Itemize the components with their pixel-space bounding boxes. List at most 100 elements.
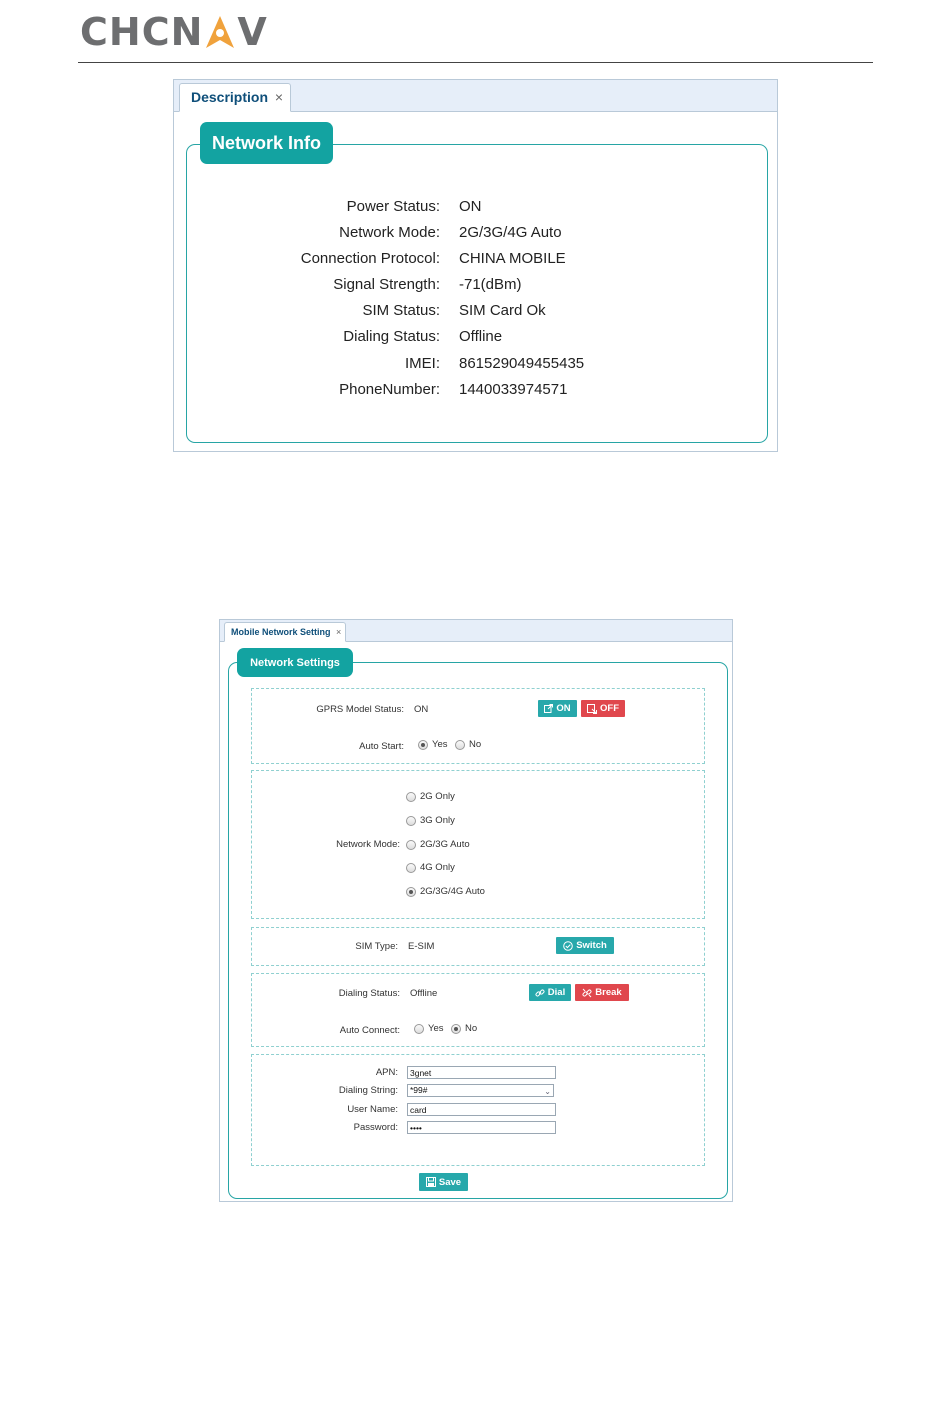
network-mode-option-2g3g4g[interactable]: 2G/3G/4G Auto: [406, 886, 485, 897]
network-settings-legend: Network Settings: [237, 648, 353, 677]
info-value: ON: [459, 198, 482, 215]
logo-text-right: V: [237, 10, 268, 54]
info-value: CHINA MOBILE: [459, 250, 566, 267]
info-row-phone-number: PhoneNumber: 1440033974571: [174, 381, 774, 403]
info-value: 2G/3G/4G Auto: [459, 224, 562, 241]
header-rule: [78, 62, 873, 63]
apn-label: APN:: [375, 1067, 398, 1078]
unlink-icon: [582, 988, 592, 998]
apn-group: APN: Dialing String: *99# ⌄ User Name: P…: [251, 1054, 705, 1166]
info-label: Network Mode:: [339, 224, 440, 241]
apn-input[interactable]: [407, 1066, 556, 1079]
gprs-on-label: ON: [556, 703, 571, 714]
gprs-status-label: GPRS Model Status:: [316, 704, 404, 715]
link-icon: [535, 988, 545, 998]
user-name-input[interactable]: [407, 1103, 556, 1116]
network-mode-option-3g[interactable]: 3G Only: [406, 815, 455, 826]
auto-connect-yes-label: Yes: [428, 1023, 444, 1034]
dialing-string-select[interactable]: *99# ⌄: [407, 1084, 554, 1097]
user-name-label: User Name:: [347, 1104, 398, 1115]
auto-connect-no[interactable]: No: [451, 1023, 477, 1034]
info-row-connection-protocol: Connection Protocol: CHINA MOBILE: [174, 250, 774, 272]
settings-tab-bar: Mobile Network Setting ×: [220, 620, 732, 642]
radio-unchecked-icon[interactable]: [406, 862, 416, 873]
radio-checked-icon[interactable]: [451, 1023, 461, 1034]
dial-label: Dial: [547, 987, 566, 998]
radio-unchecked-icon[interactable]: [414, 1023, 424, 1034]
auto-start-no-label: No: [469, 739, 482, 750]
info-label: SIM Status:: [362, 302, 440, 319]
auto-start-yes-label: Yes: [432, 739, 448, 750]
sim-type-value: E-SIM: [408, 941, 435, 952]
tab-description[interactable]: Description ×: [179, 83, 292, 112]
network-info-legend: Network Info: [200, 122, 333, 164]
save-icon: [425, 1177, 436, 1187]
radio-unchecked-icon[interactable]: [455, 739, 465, 750]
network-mode-option-2g[interactable]: 2G Only: [406, 791, 455, 802]
gprs-off-button[interactable]: OFF: [581, 700, 625, 717]
info-label: IMEI:: [404, 355, 440, 372]
tab-close-icon[interactable]: ×: [336, 627, 341, 637]
password-input[interactable]: [407, 1121, 556, 1134]
radio-checked-icon[interactable]: [418, 739, 428, 750]
tab-close-icon[interactable]: ×: [275, 89, 283, 105]
auto-connect-label: Auto Connect:: [339, 1025, 400, 1036]
network-mode-label: Network Mode:: [336, 839, 400, 850]
auto-start-yes[interactable]: Yes: [418, 739, 448, 750]
tab-description-label: Description: [191, 89, 269, 105]
info-label: Dialing Status:: [343, 328, 440, 345]
info-row-network-mode: Network Mode: 2G/3G/4G Auto: [174, 224, 774, 246]
chevron-down-icon[interactable]: ⌄: [544, 1086, 551, 1097]
description-panel: Description × Network Info Power Status:…: [173, 79, 778, 452]
network-mode-option-label: 4G Only: [420, 862, 455, 873]
dial-button[interactable]: Dial: [529, 984, 571, 1001]
gprs-group: GPRS Model Status: ON ON OFF Auto Start:…: [251, 688, 705, 764]
info-row-signal-strength: Signal Strength: -71(dBm): [174, 276, 774, 298]
sim-switch-button[interactable]: Switch: [556, 937, 614, 954]
info-value: SIM Card Ok: [459, 302, 546, 319]
info-row-imei: IMEI: 861529049455435: [174, 355, 774, 377]
radio-checked-icon[interactable]: [406, 886, 416, 897]
dialing-group: Dialing Status: Offline Dial Break Auto …: [251, 973, 705, 1047]
gprs-off-label: OFF: [600, 703, 619, 714]
mobile-network-setting-panel: Mobile Network Setting × Network Setting…: [219, 619, 733, 1202]
info-label: Power Status:: [346, 198, 440, 215]
info-label: Connection Protocol:: [300, 250, 440, 267]
info-value: 861529049455435: [459, 355, 585, 372]
auto-connect-yes[interactable]: Yes: [414, 1023, 444, 1034]
info-row-dialing-status: Dialing Status: Offline: [174, 328, 774, 350]
tab-mobile-network-setting-label: Mobile Network Setting: [231, 627, 331, 637]
save-label: Save: [438, 1176, 462, 1188]
break-button[interactable]: Break: [575, 984, 629, 1001]
gprs-on-button[interactable]: ON: [538, 700, 577, 717]
break-label: Break: [595, 987, 622, 998]
network-mode-option-2g3g[interactable]: 2G/3G Auto: [406, 839, 470, 850]
info-label: Signal Strength:: [333, 276, 440, 293]
save-button[interactable]: Save: [419, 1173, 468, 1191]
external-link-icon: [544, 704, 554, 713]
radio-unchecked-icon[interactable]: [406, 839, 416, 850]
info-label: PhoneNumber:: [339, 381, 440, 398]
logo-a-mark-icon: [204, 14, 236, 50]
radio-unchecked-icon[interactable]: [406, 791, 416, 802]
tab-mobile-network-setting[interactable]: Mobile Network Setting ×: [224, 622, 347, 642]
chcnav-logo: CHCN V: [80, 10, 268, 54]
network-mode-option-label: 2G/3G Auto: [420, 839, 470, 850]
network-mode-group: Network Mode: 2G Only 3G Only 2G/3G Auto…: [251, 770, 705, 919]
network-mode-option-label: 3G Only: [420, 815, 455, 826]
dialing-status-value: Offline: [410, 988, 438, 999]
power-off-icon: [587, 703, 597, 714]
info-row-sim-status: SIM Status: SIM Card Ok: [174, 302, 774, 324]
auto-connect-no-label: No: [465, 1023, 478, 1034]
sim-type-group: SIM Type: E-SIM Switch: [251, 927, 705, 966]
description-tab-bar: Description ×: [174, 80, 777, 112]
auto-start-no[interactable]: No: [455, 739, 481, 750]
info-value: 1440033974571: [459, 381, 568, 398]
info-value: Offline: [459, 328, 503, 345]
sim-switch-label: Switch: [576, 940, 607, 951]
network-mode-option-4g[interactable]: 4G Only: [406, 862, 455, 873]
dialing-status-label: Dialing Status:: [338, 988, 400, 999]
radio-unchecked-icon[interactable]: [406, 815, 416, 826]
dialing-string-value: *99#: [410, 1085, 428, 1095]
dialing-string-label: Dialing String:: [338, 1085, 398, 1096]
